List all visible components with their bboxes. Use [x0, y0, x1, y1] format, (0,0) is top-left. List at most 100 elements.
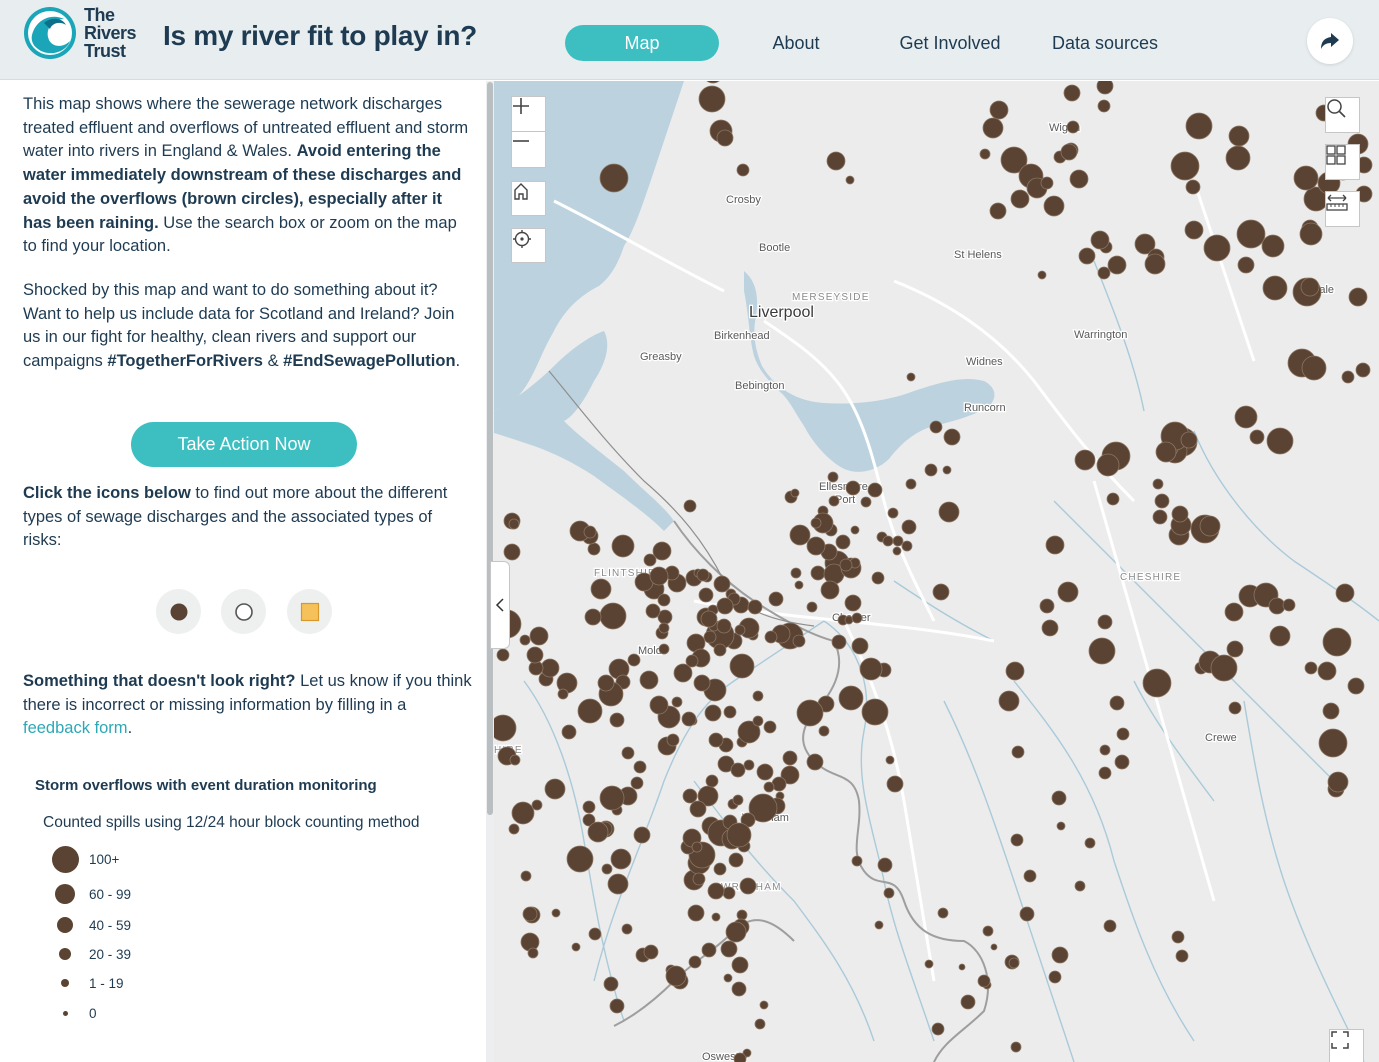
- discharge-point[interactable]: [687, 904, 705, 922]
- discharge-point[interactable]: [1236, 219, 1266, 249]
- discharge-point[interactable]: [1261, 234, 1285, 258]
- discharge-point[interactable]: [1180, 431, 1198, 449]
- other-discharge-type-button[interactable]: [287, 589, 332, 634]
- discharge-point[interactable]: [713, 643, 727, 657]
- discharge-point[interactable]: [752, 690, 764, 702]
- take-action-button[interactable]: Take Action Now: [131, 422, 357, 467]
- discharge-point[interactable]: [597, 674, 615, 692]
- discharge-point[interactable]: [906, 372, 916, 382]
- discharge-point[interactable]: [722, 886, 736, 900]
- discharge-point[interactable]: [682, 788, 698, 804]
- discharge-point[interactable]: [1335, 583, 1355, 603]
- discharge-point[interactable]: [1116, 727, 1130, 741]
- discharge-point[interactable]: [671, 696, 683, 708]
- discharge-point[interactable]: [763, 781, 775, 793]
- discharge-point[interactable]: [886, 775, 904, 793]
- measure-button[interactable]: [1325, 191, 1360, 227]
- discharge-point[interactable]: [1152, 478, 1164, 490]
- discharge-point[interactable]: [979, 148, 991, 160]
- discharge-point[interactable]: [529, 626, 549, 646]
- discharge-point[interactable]: [806, 536, 826, 556]
- discharge-point[interactable]: [1228, 701, 1242, 715]
- discharge-point[interactable]: [666, 733, 680, 747]
- discharge-point[interactable]: [851, 855, 863, 867]
- share-button[interactable]: [1307, 18, 1353, 64]
- discharge-point[interactable]: [720, 940, 738, 958]
- discharge-point[interactable]: [633, 826, 651, 844]
- discharge-point[interactable]: [831, 634, 847, 650]
- discharge-point[interactable]: [1175, 949, 1189, 963]
- discharge-point[interactable]: [747, 599, 763, 615]
- discharge-point[interactable]: [1010, 833, 1024, 847]
- discharge-point[interactable]: [540, 658, 560, 678]
- discharge-point[interactable]: [1155, 441, 1177, 463]
- discharge-point[interactable]: [1056, 821, 1066, 831]
- discharge-point[interactable]: [716, 618, 732, 634]
- discharge-point[interactable]: [683, 499, 697, 513]
- discharge-point[interactable]: [874, 920, 884, 930]
- search-button[interactable]: [1325, 97, 1360, 133]
- discharge-point[interactable]: [508, 518, 520, 530]
- discharge-point[interactable]: [713, 575, 731, 593]
- discharge-point[interactable]: [649, 695, 669, 715]
- discharge-point[interactable]: [929, 420, 943, 434]
- discharge-point[interactable]: [924, 959, 934, 969]
- discharge-point[interactable]: [1008, 957, 1020, 969]
- discharge-point[interactable]: [1011, 745, 1025, 759]
- discharge-point[interactable]: [982, 925, 994, 937]
- discharge-point[interactable]: [887, 507, 899, 519]
- discharge-point[interactable]: [520, 870, 532, 882]
- discharge-point[interactable]: [828, 495, 840, 507]
- discharge-point[interactable]: [716, 129, 734, 147]
- discharge-point[interactable]: [1355, 362, 1371, 378]
- discharge-point[interactable]: [1098, 766, 1112, 780]
- discharge-point[interactable]: [885, 755, 895, 765]
- discharge-point[interactable]: [1266, 427, 1294, 455]
- discharge-point[interactable]: [599, 602, 627, 630]
- discharge-point[interactable]: [1293, 165, 1319, 191]
- discharge-point[interactable]: [850, 525, 860, 535]
- discharge-point[interactable]: [1224, 602, 1244, 622]
- discharge-point[interactable]: [1088, 637, 1116, 665]
- discharge-point[interactable]: [705, 774, 719, 788]
- discharge-point[interactable]: [943, 428, 961, 446]
- discharge-point[interactable]: [494, 714, 517, 742]
- discharge-point[interactable]: [982, 117, 1004, 139]
- discharge-point[interactable]: [1304, 661, 1318, 675]
- discharge-point[interactable]: [658, 622, 670, 634]
- discharge-point[interactable]: [1005, 661, 1025, 681]
- discharge-point[interactable]: [703, 630, 717, 644]
- discharge-point[interactable]: [1322, 702, 1340, 720]
- discharge-point[interactable]: [1210, 654, 1238, 682]
- discharge-point[interactable]: [1226, 640, 1244, 658]
- discharge-point[interactable]: [698, 587, 714, 603]
- discharge-point[interactable]: [790, 567, 802, 579]
- discharge-point[interactable]: [768, 591, 784, 607]
- discharge-point[interactable]: [1171, 505, 1189, 523]
- discharge-point[interactable]: [698, 85, 726, 113]
- discharge-point[interactable]: [1099, 744, 1111, 756]
- discharge-point[interactable]: [1142, 668, 1172, 698]
- discharge-point[interactable]: [582, 800, 596, 814]
- discharge-point[interactable]: [1199, 515, 1221, 537]
- discharge-point[interactable]: [1348, 287, 1368, 307]
- discharge-point[interactable]: [827, 471, 839, 483]
- discharge-point[interactable]: [691, 841, 703, 853]
- discharge-point[interactable]: [511, 801, 535, 825]
- discharge-point[interactable]: [1170, 151, 1200, 181]
- discharge-point[interactable]: [557, 688, 569, 700]
- discharge-point[interactable]: [1097, 266, 1111, 280]
- discharge-point[interactable]: [649, 566, 669, 586]
- discharge-point[interactable]: [1069, 169, 1089, 189]
- nav-get-involved[interactable]: Get Involved: [890, 25, 1010, 61]
- zoom-out-button[interactable]: [511, 132, 546, 168]
- discharge-point[interactable]: [601, 863, 613, 875]
- discharge-point[interactable]: [1144, 253, 1166, 275]
- discharge-point[interactable]: [1106, 492, 1120, 506]
- discharge-point[interactable]: [1114, 754, 1130, 770]
- discharge-point[interactable]: [731, 981, 747, 997]
- overflow-type-button[interactable]: [156, 589, 201, 634]
- discharge-point[interactable]: [588, 927, 602, 941]
- discharge-point[interactable]: [1237, 256, 1255, 274]
- discharge-point[interactable]: [730, 762, 746, 778]
